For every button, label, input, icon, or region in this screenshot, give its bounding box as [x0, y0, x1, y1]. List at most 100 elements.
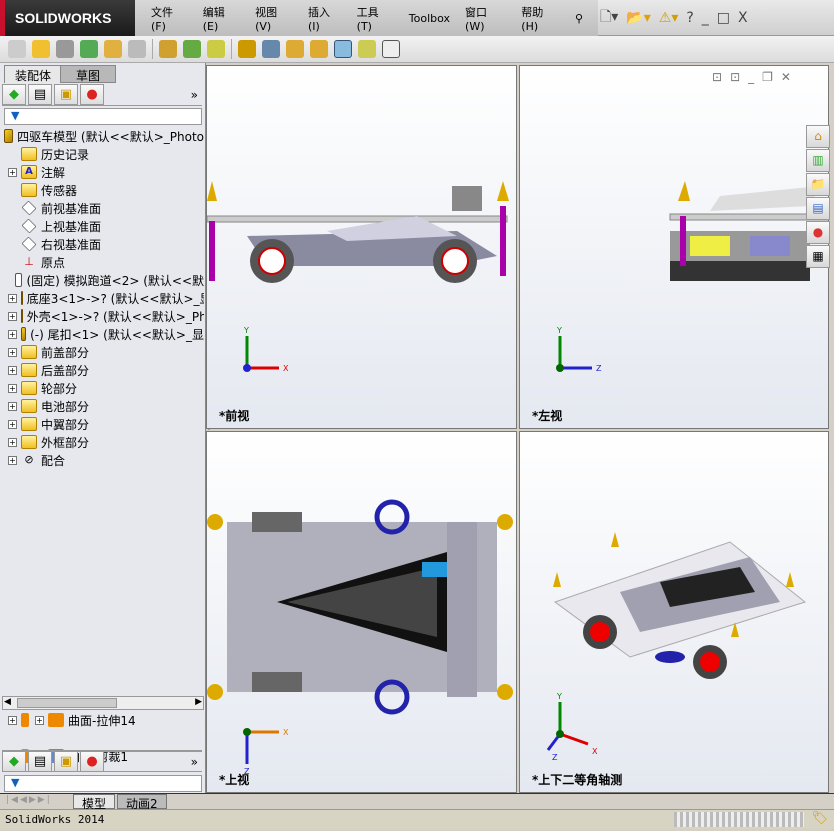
tree-item[interactable]: 前视基准面: [2, 199, 204, 217]
tab-assembly[interactable]: 装配体: [4, 65, 63, 83]
menu-insert[interactable]: 插入(I): [308, 4, 342, 33]
filter-input-bottom[interactable]: ▼: [4, 775, 202, 792]
reference-geometry-icon[interactable]: [207, 40, 225, 58]
feature-manager-icon[interactable]: ◆: [2, 84, 26, 105]
file-explorer-icon[interactable]: 📁: [806, 173, 830, 196]
solidworks-resources-icon[interactable]: ⌂: [806, 125, 830, 148]
menu-view[interactable]: 视图(V): [255, 4, 293, 33]
instant3d-icon[interactable]: [382, 40, 400, 58]
tab-model[interactable]: 模型: [73, 794, 116, 811]
expand-toggle[interactable]: +: [8, 365, 17, 375]
horizontal-scrollbar[interactable]: ◀ ▶: [2, 696, 204, 710]
scroll-thumb[interactable]: [17, 698, 117, 708]
configuration-manager-icon[interactable]: ▣: [54, 84, 78, 105]
tree-item[interactable]: 传感器: [2, 181, 204, 199]
design-library-icon[interactable]: ▥: [806, 149, 830, 172]
tree-item[interactable]: + 外框部分: [2, 433, 204, 451]
expand-toggle[interactable]: +: [8, 329, 17, 339]
link-views-icon-2[interactable]: ⊡: [730, 70, 740, 84]
expand-toggle[interactable]: +: [8, 419, 17, 429]
viewport-front[interactable]: Y X *前视: [206, 65, 517, 429]
car-model-render[interactable]: [207, 499, 513, 715]
mate-icon[interactable]: [56, 40, 74, 58]
move-component-icon[interactable]: [128, 40, 146, 58]
bill-of-materials-icon[interactable]: [262, 40, 280, 58]
tree-item[interactable]: (固定) 模拟跑道<2> (默认<<默: [2, 271, 204, 289]
tree-item[interactable]: + 中翼部分: [2, 415, 204, 433]
tree-item[interactable]: + 轮部分: [2, 379, 204, 397]
smart-fasteners-icon[interactable]: [104, 40, 122, 58]
viewport-dimetric[interactable]: Y X Z *上下二等角轴测: [519, 431, 829, 793]
appearances-scenes-icon[interactable]: ●: [806, 221, 830, 244]
menu-toolbox[interactable]: Toolbox: [409, 12, 450, 25]
tree-item[interactable]: + 后盖部分: [2, 361, 204, 379]
tree-item[interactable]: + (-) 尾扣<1> (默认<<默认>_显: [2, 325, 204, 343]
property-manager-icon[interactable]: ▤: [28, 84, 52, 105]
new-motion-study-icon[interactable]: [238, 40, 256, 58]
tree-item[interactable]: 历史记录: [2, 145, 204, 163]
show-hidden-icon[interactable]: [159, 40, 177, 58]
rebuild-warning-icon[interactable]: ⚠▾: [659, 10, 679, 26]
appearance-manager-icon[interactable]: ●: [80, 751, 104, 772]
tree-item[interactable]: ⊥ 原点: [2, 253, 204, 271]
car-model-render[interactable]: [553, 532, 807, 679]
expand-toggle[interactable]: +: [8, 401, 17, 411]
help-icon[interactable]: ?: [686, 10, 693, 26]
feature-manager-icon[interactable]: ◆: [2, 751, 26, 772]
menu-tools[interactable]: 工具(T): [357, 4, 394, 33]
viewport-minimize-icon[interactable]: _: [748, 70, 754, 84]
tree-item[interactable]: + 前盖部分: [2, 343, 204, 361]
expand-toggle[interactable]: +: [8, 167, 17, 177]
edit-component-icon[interactable]: [8, 40, 26, 58]
car-model-render[interactable]: [207, 181, 509, 283]
configuration-manager-icon[interactable]: ▣: [54, 751, 78, 772]
expand-toggle[interactable]: +: [8, 347, 17, 357]
expand-toggle[interactable]: +: [8, 455, 17, 465]
view-palette-icon[interactable]: ▤: [806, 197, 830, 220]
tab-animation2[interactable]: 动画2: [117, 794, 167, 811]
custom-properties-icon[interactable]: ▦: [806, 245, 830, 268]
expand-toggle[interactable]: +: [8, 383, 17, 393]
scroll-right-icon[interactable]: ▶: [195, 697, 202, 707]
new-document-icon[interactable]: 🗋▾: [600, 6, 618, 30]
open-icon[interactable]: 📂▾: [626, 10, 650, 26]
tab-sketch[interactable]: 草图: [60, 65, 116, 83]
link-views-icon[interactable]: ⊡: [712, 70, 722, 84]
menu-help[interactable]: 帮助(H): [521, 4, 560, 33]
interference-detection-icon[interactable]: [334, 40, 352, 58]
insert-component-icon[interactable]: [32, 40, 50, 58]
viewport-top[interactable]: X Z *上视: [206, 431, 517, 793]
appearance-manager-icon[interactable]: ●: [80, 84, 104, 105]
menu-window[interactable]: 窗口(W): [465, 4, 506, 33]
viewport-close-icon[interactable]: ✕: [781, 70, 791, 84]
more-tabs-icon[interactable]: »: [191, 88, 198, 102]
minimize-button[interactable]: _: [702, 10, 709, 26]
expand-toggle[interactable]: +: [8, 293, 17, 303]
menu-edit[interactable]: 编辑(E): [203, 4, 240, 33]
clearance-verification-icon[interactable]: [358, 40, 376, 58]
tree-item[interactable]: + 底座3<1>->? (默认<<默认>_显: [2, 289, 204, 307]
pin-icon[interactable]: ⚲: [575, 12, 583, 25]
tag-icon[interactable]: 🏷: [811, 811, 828, 826]
tree-item[interactable]: + 电池部分: [2, 397, 204, 415]
linear-pattern-icon[interactable]: [80, 40, 98, 58]
assembly-features-icon[interactable]: [183, 40, 201, 58]
tree-root[interactable]: 四驱车模型 (默认<<默认>_Photo: [2, 127, 204, 145]
tree-item[interactable]: + + 曲面-拉伸14: [2, 711, 207, 729]
viewport-restore-icon[interactable]: ❐: [762, 70, 773, 84]
tree-item[interactable]: 右视基准面: [2, 235, 204, 253]
restore-button[interactable]: □: [717, 10, 730, 26]
scroll-left-icon[interactable]: ◀: [4, 697, 11, 707]
explode-line-sketch-icon[interactable]: [310, 40, 328, 58]
more-tabs-icon[interactable]: »: [191, 755, 198, 769]
tree-item[interactable]: + 外壳<1>->? (默认<<默认>_Pho: [2, 307, 204, 325]
close-button[interactable]: X: [738, 10, 748, 26]
tree-item[interactable]: + A 注解: [2, 163, 204, 181]
tab-scroll-arrows[interactable]: |◀◀▶▶|: [6, 795, 52, 805]
menu-file[interactable]: 文件(F): [151, 4, 188, 33]
solidworks-logo[interactable]: SOLIDWORKS: [0, 0, 135, 36]
expand-toggle[interactable]: +: [8, 437, 17, 447]
property-manager-icon[interactable]: ▤: [28, 751, 52, 772]
exploded-view-icon[interactable]: [286, 40, 304, 58]
expand-toggle[interactable]: +: [8, 311, 17, 321]
